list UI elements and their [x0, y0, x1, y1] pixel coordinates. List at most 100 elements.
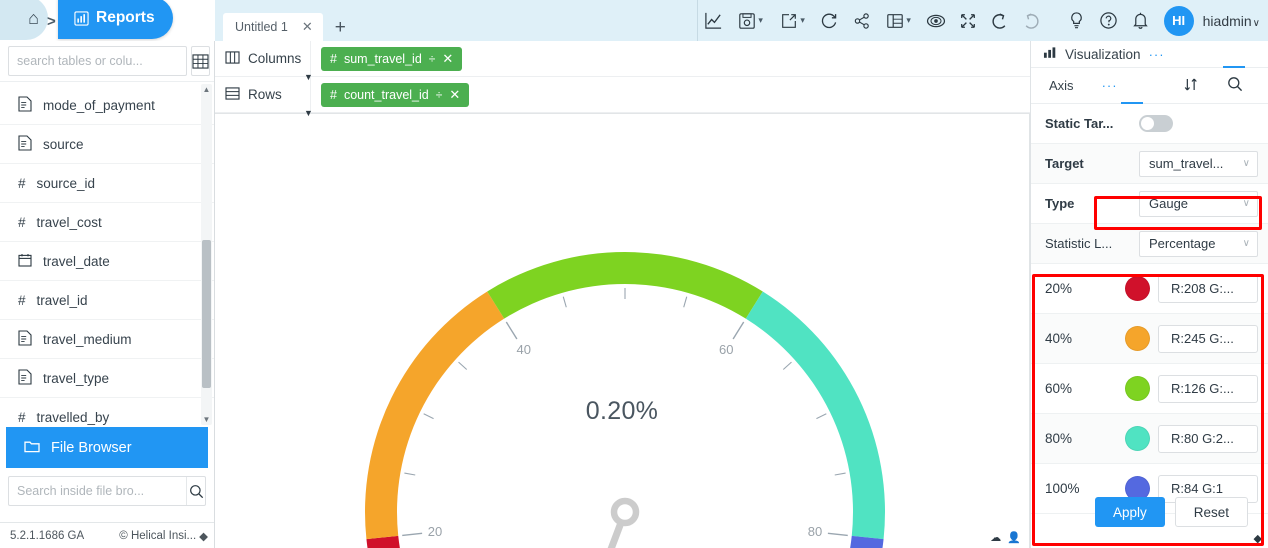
field-label: travel_medium: [43, 332, 132, 347]
undo-icon[interactable]: [984, 0, 1016, 41]
gauge-major-tick: [506, 322, 517, 339]
export-icon[interactable]: ▾: [772, 0, 814, 41]
top-bar: ⌂ > Reports Untitled 1 ✕ + ▾: [0, 0, 1268, 41]
axis-menu-icon[interactable]: ···: [1102, 78, 1118, 93]
app-root: ⌂ > Reports Untitled 1 ✕ + ▾: [0, 0, 1268, 548]
statistic-label-select[interactable]: Percentage ∨: [1139, 231, 1258, 257]
rows-icon: [225, 87, 240, 103]
field-row[interactable]: # source_id: [0, 164, 214, 203]
columns-shelf-caret[interactable]: ▼: [304, 72, 313, 82]
field-list: mode_of_payment source # source_id # tra…: [0, 81, 214, 427]
share-icon[interactable]: [846, 0, 878, 41]
field-list-inner: mode_of_payment source # source_id # tra…: [0, 82, 214, 427]
visualization-tab[interactable]: Visualization ···: [1031, 41, 1268, 68]
sidebar-item-file-browser[interactable]: File Browser: [6, 427, 208, 468]
target-select[interactable]: sum_travel... ∨: [1139, 151, 1258, 177]
search-tables-input[interactable]: [8, 46, 187, 76]
layout-icon[interactable]: ▾: [878, 0, 920, 41]
field-label: source: [43, 137, 84, 152]
bell-icon[interactable]: [1126, 0, 1156, 41]
color-row-60: 60% R:126 G:...: [1031, 364, 1268, 414]
cloud-icon[interactable]: ☁: [990, 533, 1001, 544]
chevron-down-icon: ∨: [1243, 158, 1250, 169]
type-row: Type Gauge ∨: [1031, 184, 1268, 224]
text-field-icon: [18, 330, 32, 349]
avatar[interactable]: HI: [1164, 6, 1194, 36]
field-row[interactable]: mode_of_payment: [0, 86, 214, 125]
helical-logo-icon: ◆: [199, 529, 208, 543]
color-swatch[interactable]: [1125, 426, 1150, 451]
columns-shelf-label: Columns: [215, 41, 311, 77]
rows-shelf-caret[interactable]: ▼: [304, 108, 313, 118]
file-browser-label: File Browser: [51, 440, 132, 456]
field-pill-count-travel-id[interactable]: # count_travel_id ÷ ✕: [321, 83, 469, 107]
breadcrumb-reports[interactable]: Reports: [58, 0, 173, 39]
chart-icon[interactable]: [698, 0, 730, 41]
aggregate-icon[interactable]: ÷: [436, 88, 443, 102]
color-value-field[interactable]: R:208 G:...: [1158, 275, 1258, 303]
color-swatch[interactable]: [1125, 276, 1150, 301]
field-row[interactable]: source: [0, 125, 214, 164]
shelf-label-text: Rows: [248, 87, 282, 102]
folder-icon: [24, 439, 40, 457]
help-icon[interactable]: [1094, 0, 1124, 41]
field-label: travel_cost: [37, 215, 102, 230]
reset-button[interactable]: Reset: [1175, 497, 1248, 527]
static-target-toggle[interactable]: [1139, 115, 1173, 132]
field-row[interactable]: travel_medium: [0, 320, 214, 359]
apply-button[interactable]: Apply: [1095, 497, 1165, 527]
text-field-icon: [18, 96, 32, 115]
gauge-minor-tick: [459, 362, 467, 369]
resize-handle-icon[interactable]: ◆: [1254, 532, 1262, 545]
redo-icon[interactable]: [1016, 0, 1048, 41]
scroll-up-icon[interactable]: ▲: [201, 84, 212, 95]
field-row[interactable]: # travelled_by: [0, 398, 214, 427]
fullscreen-icon[interactable]: [952, 0, 984, 41]
scrollbar-thumb[interactable]: [202, 240, 211, 388]
color-value-field[interactable]: R:126 G:...: [1158, 375, 1258, 403]
close-icon[interactable]: ✕: [302, 19, 313, 35]
user-menu[interactable]: hiadmin∨: [1203, 13, 1260, 29]
visualization-tab-label: Visualization: [1065, 47, 1141, 62]
gauge-band: [703, 536, 884, 548]
color-swatch[interactable]: [1125, 376, 1150, 401]
axis-tab[interactable]: Axis ···: [1031, 68, 1268, 104]
aggregate-icon[interactable]: ÷: [429, 52, 436, 66]
color-value-field[interactable]: R:245 G:...: [1158, 325, 1258, 353]
color-row-percent: 40%: [1045, 331, 1125, 346]
field-row[interactable]: # travel_id: [0, 281, 214, 320]
field-label: travel_id: [37, 293, 88, 308]
remove-icon[interactable]: ✕: [442, 51, 453, 67]
table-grid-icon[interactable]: [191, 46, 210, 76]
refresh-icon[interactable]: [814, 0, 846, 41]
field-row[interactable]: travel_type: [0, 359, 214, 398]
type-select[interactable]: Gauge ∨: [1139, 191, 1258, 217]
sort-icon[interactable]: [1183, 76, 1200, 96]
pill-label: count_travel_id: [344, 88, 429, 102]
field-row[interactable]: # travel_cost: [0, 203, 214, 242]
bar-chart-icon: [74, 11, 89, 26]
color-swatch[interactable]: [1125, 326, 1150, 351]
search-icon[interactable]: [186, 477, 205, 505]
visualization-menu-icon[interactable]: ···: [1149, 47, 1165, 62]
bulb-icon[interactable]: [1062, 0, 1092, 41]
color-row-80: 80% R:80 G:2...: [1031, 414, 1268, 464]
field-list-scrollbar[interactable]: ▲ ▼: [201, 84, 212, 425]
home-button[interactable]: ⌂: [0, 0, 48, 40]
user-icon[interactable]: 👤: [1007, 533, 1021, 544]
file-browser-search-input[interactable]: [9, 477, 186, 505]
axis-tab-underline: [1121, 102, 1143, 104]
add-tab-button[interactable]: +: [335, 18, 346, 37]
remove-icon[interactable]: ✕: [449, 87, 460, 103]
user-name-label: hiadmin: [1203, 13, 1252, 29]
left-panel-footer: 5.2.1.1686 GA © Helical Insi... ◆: [0, 522, 214, 548]
left-panel: mode_of_payment source # source_id # tra…: [0, 41, 215, 548]
tab-untitled-1[interactable]: Untitled 1 ✕: [223, 13, 323, 41]
preview-eye-icon[interactable]: [920, 0, 952, 41]
search-icon[interactable]: [1227, 76, 1243, 95]
scroll-down-icon[interactable]: ▼: [201, 414, 212, 425]
field-pill-sum-travel-id[interactable]: # sum_travel_id ÷ ✕: [321, 47, 462, 71]
field-row[interactable]: travel_date: [0, 242, 214, 281]
color-value-field[interactable]: R:80 G:2...: [1158, 425, 1258, 453]
save-icon[interactable]: ▾: [730, 0, 772, 41]
